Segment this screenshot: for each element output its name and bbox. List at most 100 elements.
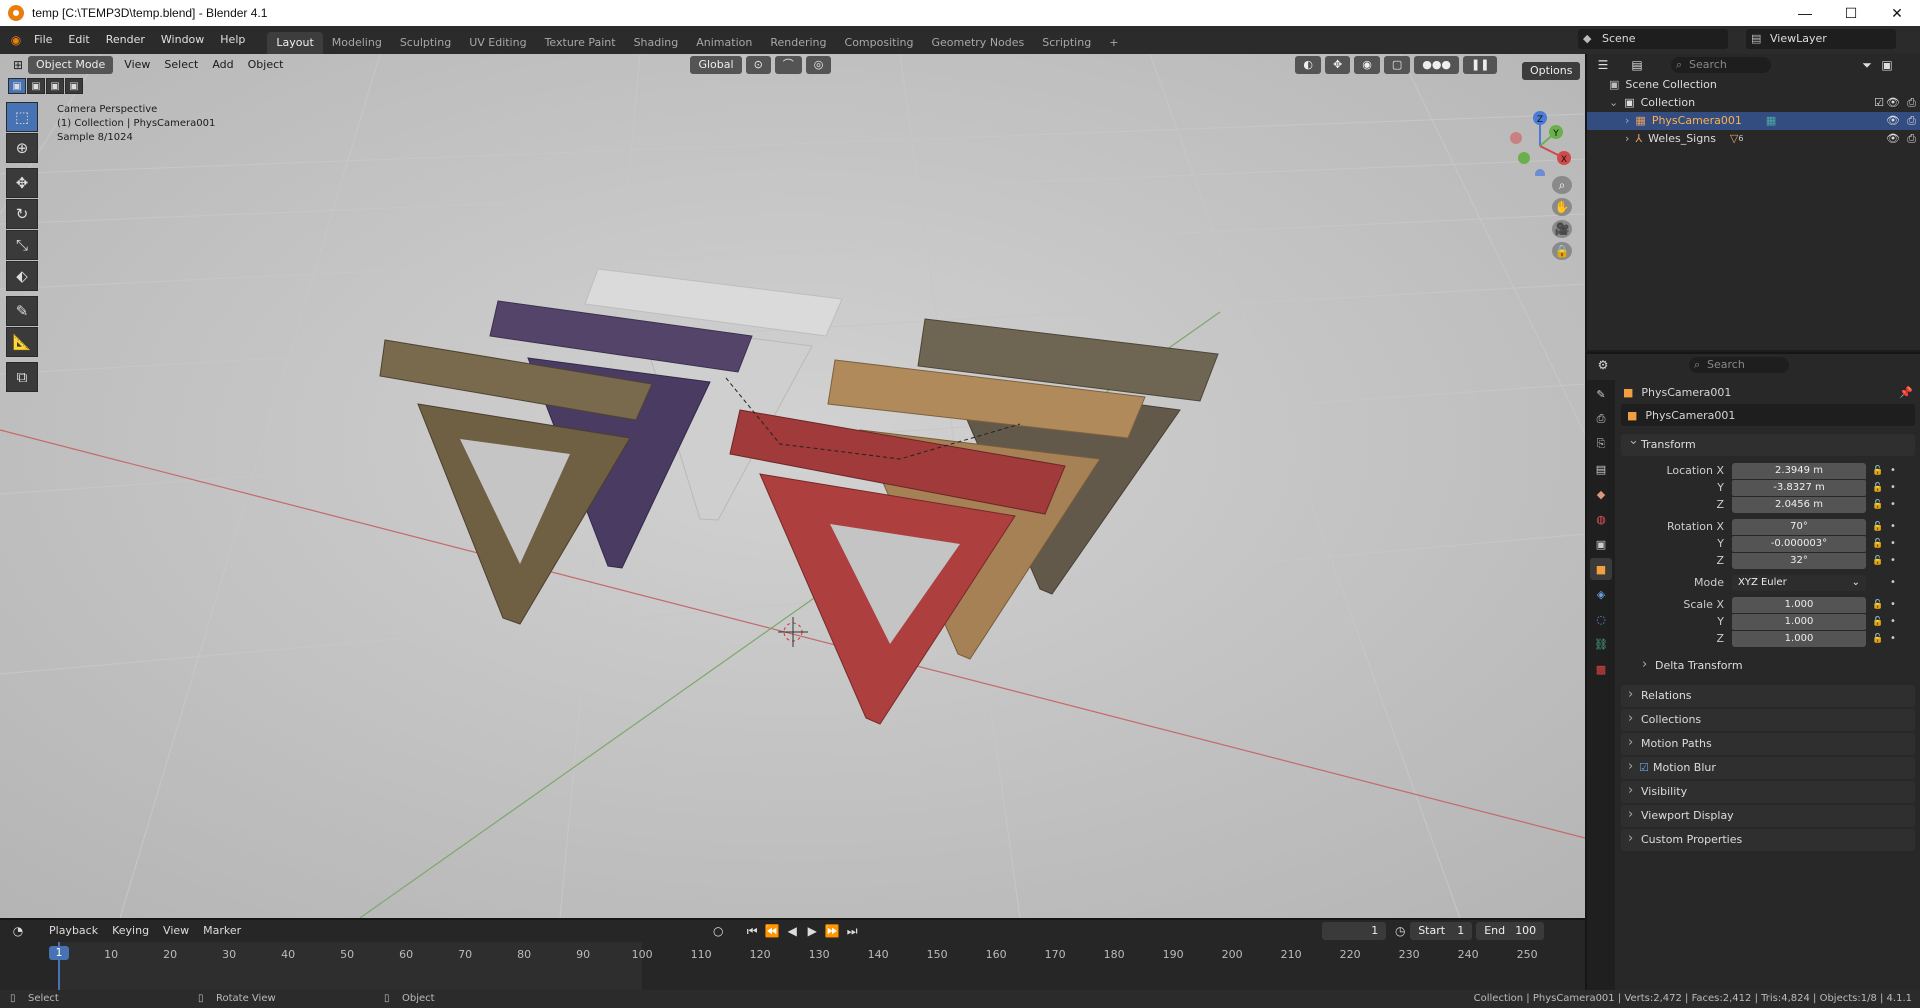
keyframe-dot-icon[interactable]: •: [1890, 465, 1896, 476]
lock-icon[interactable]: 🔓: [1870, 466, 1886, 476]
keyframe-dot-icon[interactable]: •: [1890, 499, 1896, 510]
tab-uv-editing[interactable]: UV Editing: [460, 32, 535, 54]
viewport-menu-view[interactable]: View: [117, 56, 157, 74]
snap-icon[interactable]: ⌒: [774, 56, 802, 74]
display-mode-icon[interactable]: ▤: [1627, 56, 1647, 74]
rotate-tool-icon[interactable]: ↻: [6, 199, 38, 229]
view-layer-selector[interactable]: ▤ ViewLayer: [1746, 29, 1896, 49]
visibility-icon[interactable]: ◐: [1295, 56, 1321, 74]
tab-modeling[interactable]: Modeling: [323, 32, 391, 54]
xray-icon[interactable]: ▢: [1383, 56, 1411, 74]
world-tab-icon[interactable]: ◍: [1590, 508, 1612, 530]
texture-tab-icon[interactable]: ▩: [1590, 658, 1612, 680]
motion-blur-panel[interactable]: ☑ Motion Blur: [1621, 756, 1915, 779]
viewport-menu-add[interactable]: Add: [205, 56, 240, 74]
play-reverse-icon[interactable]: ◀: [782, 922, 802, 940]
eye-icon[interactable]: 👁: [1886, 112, 1900, 130]
jump-start-icon[interactable]: ⏮: [742, 922, 762, 940]
play-icon[interactable]: ▶: [802, 922, 822, 940]
viewport-menu-object[interactable]: Object: [241, 56, 291, 74]
keyframe-dot-icon[interactable]: •: [1890, 633, 1896, 644]
object-datablock-field[interactable]: ■ PhysCamera001: [1621, 404, 1915, 426]
3d-viewport[interactable]: ⊞ Object Mode View Select Add Object Glo…: [0, 54, 1585, 918]
keyframe-dot-icon[interactable]: •: [1890, 599, 1896, 610]
select-box-tool-icon[interactable]: ⬚: [6, 102, 38, 132]
rotation-y-field[interactable]: -0.000003°: [1732, 535, 1866, 552]
preview-range-icon[interactable]: ◷: [1390, 922, 1410, 940]
custom-properties-panel[interactable]: Custom Properties: [1621, 828, 1915, 851]
viewport-display-panel[interactable]: Viewport Display: [1621, 804, 1915, 827]
menu-window[interactable]: Window: [153, 26, 212, 54]
rotation-x-field[interactable]: 70°: [1732, 518, 1866, 535]
keyframe-dot-icon[interactable]: •: [1890, 482, 1896, 493]
location-x-field[interactable]: 2.3949 m: [1732, 462, 1866, 479]
start-frame-field[interactable]: Start 1: [1410, 922, 1473, 940]
keyframe-dot-icon[interactable]: •: [1890, 616, 1896, 627]
outliner-collection[interactable]: ⌄ ▣ Collection ☑ 👁 ⎙: [1587, 94, 1920, 112]
lock-icon[interactable]: 🔓: [1870, 522, 1886, 532]
options-button[interactable]: Options: [1522, 62, 1581, 80]
shading-mode-icon[interactable]: ●●●: [1414, 56, 1460, 74]
auto-keying-icon[interactable]: ○: [708, 922, 728, 940]
outliner-editor-icon[interactable]: ☰: [1593, 56, 1613, 74]
maximize-button[interactable]: ☐: [1828, 0, 1874, 26]
motion-blur-checkbox-icon[interactable]: ☑: [1639, 757, 1649, 779]
camera-render-icon[interactable]: ⎙: [1907, 94, 1916, 112]
chevron-right-icon[interactable]: ›: [1625, 130, 1629, 148]
camera-render-icon[interactable]: ⎙: [1907, 112, 1916, 130]
tool-tab-icon[interactable]: ✎: [1590, 383, 1612, 405]
physics-tab-icon[interactable]: ◌: [1590, 608, 1612, 630]
lock-icon[interactable]: 🔓: [1870, 600, 1886, 610]
lock-icon[interactable]: 🔓: [1870, 500, 1886, 510]
tab-rendering[interactable]: Rendering: [761, 32, 835, 54]
annotate-tool-icon[interactable]: ✎: [6, 296, 38, 326]
menu-help[interactable]: Help: [212, 26, 253, 54]
rotation-z-field[interactable]: 32°: [1732, 552, 1866, 569]
render-tab-icon[interactable]: ⎙: [1590, 408, 1612, 430]
keyframe-dot-icon[interactable]: •: [1890, 555, 1896, 566]
camera-render-icon[interactable]: ⎙: [1907, 130, 1916, 148]
location-z-field[interactable]: 2.0456 m: [1732, 496, 1866, 513]
current-frame-field[interactable]: 1: [1322, 922, 1387, 940]
close-button[interactable]: ✕: [1874, 0, 1920, 26]
motion-paths-panel[interactable]: Motion Paths: [1621, 732, 1915, 755]
view-layer-tab-icon[interactable]: ▤: [1590, 458, 1612, 480]
menu-render[interactable]: Render: [98, 26, 153, 54]
scale-y-field[interactable]: 1.000: [1732, 613, 1866, 630]
playhead-frame[interactable]: 1: [49, 946, 69, 960]
lock-icon[interactable]: 🔓: [1870, 556, 1886, 566]
editor-type-icon[interactable]: ⊞: [8, 56, 28, 74]
camera-view-icon[interactable]: 🎥: [1552, 220, 1572, 238]
minimize-button[interactable]: —: [1782, 0, 1828, 26]
transform-orientation-dropdown[interactable]: Global: [690, 56, 742, 74]
output-tab-icon[interactable]: ⎘: [1590, 433, 1612, 455]
object-mode-dropdown[interactable]: Object Mode: [28, 56, 114, 74]
eye-icon[interactable]: 👁: [1886, 130, 1900, 148]
outliner-scene-collection[interactable]: ▣ Scene Collection: [1587, 76, 1920, 94]
proportional-edit-icon[interactable]: ◎: [805, 56, 832, 74]
filter-icon[interactable]: ⏷: [1857, 56, 1877, 74]
keyframe-dot-icon[interactable]: •: [1890, 521, 1896, 532]
tab-geometry-nodes[interactable]: Geometry Nodes: [922, 32, 1033, 54]
select-subtract-icon[interactable]: ▣: [46, 78, 64, 94]
next-keyframe-icon[interactable]: ⏩: [822, 922, 842, 940]
tab-texture-paint[interactable]: Texture Paint: [536, 32, 625, 54]
prev-keyframe-icon[interactable]: ⏪: [762, 922, 782, 940]
tab-compositing[interactable]: Compositing: [836, 32, 923, 54]
collections-panel[interactable]: Collections: [1621, 708, 1915, 731]
timeline-menu-playback[interactable]: Playback: [42, 922, 105, 940]
outliner-search-input[interactable]: ⌕ Search: [1671, 57, 1771, 73]
tab-animation[interactable]: Animation: [687, 32, 761, 54]
properties-editor-icon[interactable]: ⚙: [1593, 356, 1613, 374]
select-new-icon[interactable]: ▣: [8, 78, 26, 94]
pan-hand-icon[interactable]: ✋: [1552, 198, 1572, 216]
select-intersect-icon[interactable]: ▣: [65, 78, 83, 94]
gizmo-icon[interactable]: ✥: [1325, 56, 1351, 74]
scale-tool-icon[interactable]: ⤡: [6, 230, 38, 260]
location-y-field[interactable]: -3.8327 m: [1732, 479, 1866, 496]
keyframe-dot-icon[interactable]: •: [1890, 538, 1896, 549]
pivot-point-icon[interactable]: ⊙: [745, 56, 771, 74]
lock-camera-icon[interactable]: 🔒: [1552, 242, 1572, 260]
exclude-checkbox-icon[interactable]: ☑: [1874, 94, 1884, 112]
tab-sculpting[interactable]: Sculpting: [391, 32, 460, 54]
